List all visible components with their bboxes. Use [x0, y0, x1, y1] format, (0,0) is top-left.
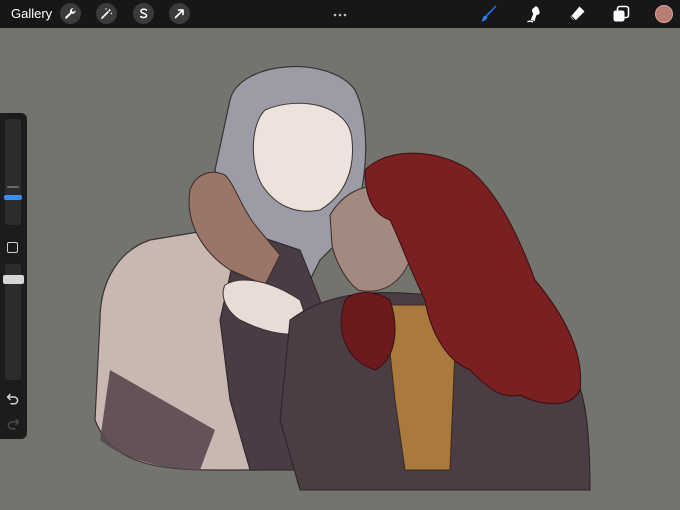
magic-wand-icon[interactable]	[96, 3, 117, 24]
more-dots-icon[interactable]	[333, 5, 347, 23]
canvas-drawing[interactable]	[0, 28, 680, 510]
gallery-button[interactable]: Gallery	[11, 6, 52, 21]
smudge-icon[interactable]	[524, 4, 544, 24]
color-swatch[interactable]	[655, 5, 673, 23]
wrench-icon[interactable]	[60, 3, 81, 24]
layers-icon[interactable]	[611, 4, 631, 24]
top-toolbar: Gallery	[0, 0, 680, 28]
transform-arrow-icon[interactable]	[169, 3, 190, 24]
eraser-icon[interactable]	[567, 4, 587, 24]
selection-icon[interactable]	[133, 3, 154, 24]
brush-icon[interactable]	[479, 4, 499, 24]
